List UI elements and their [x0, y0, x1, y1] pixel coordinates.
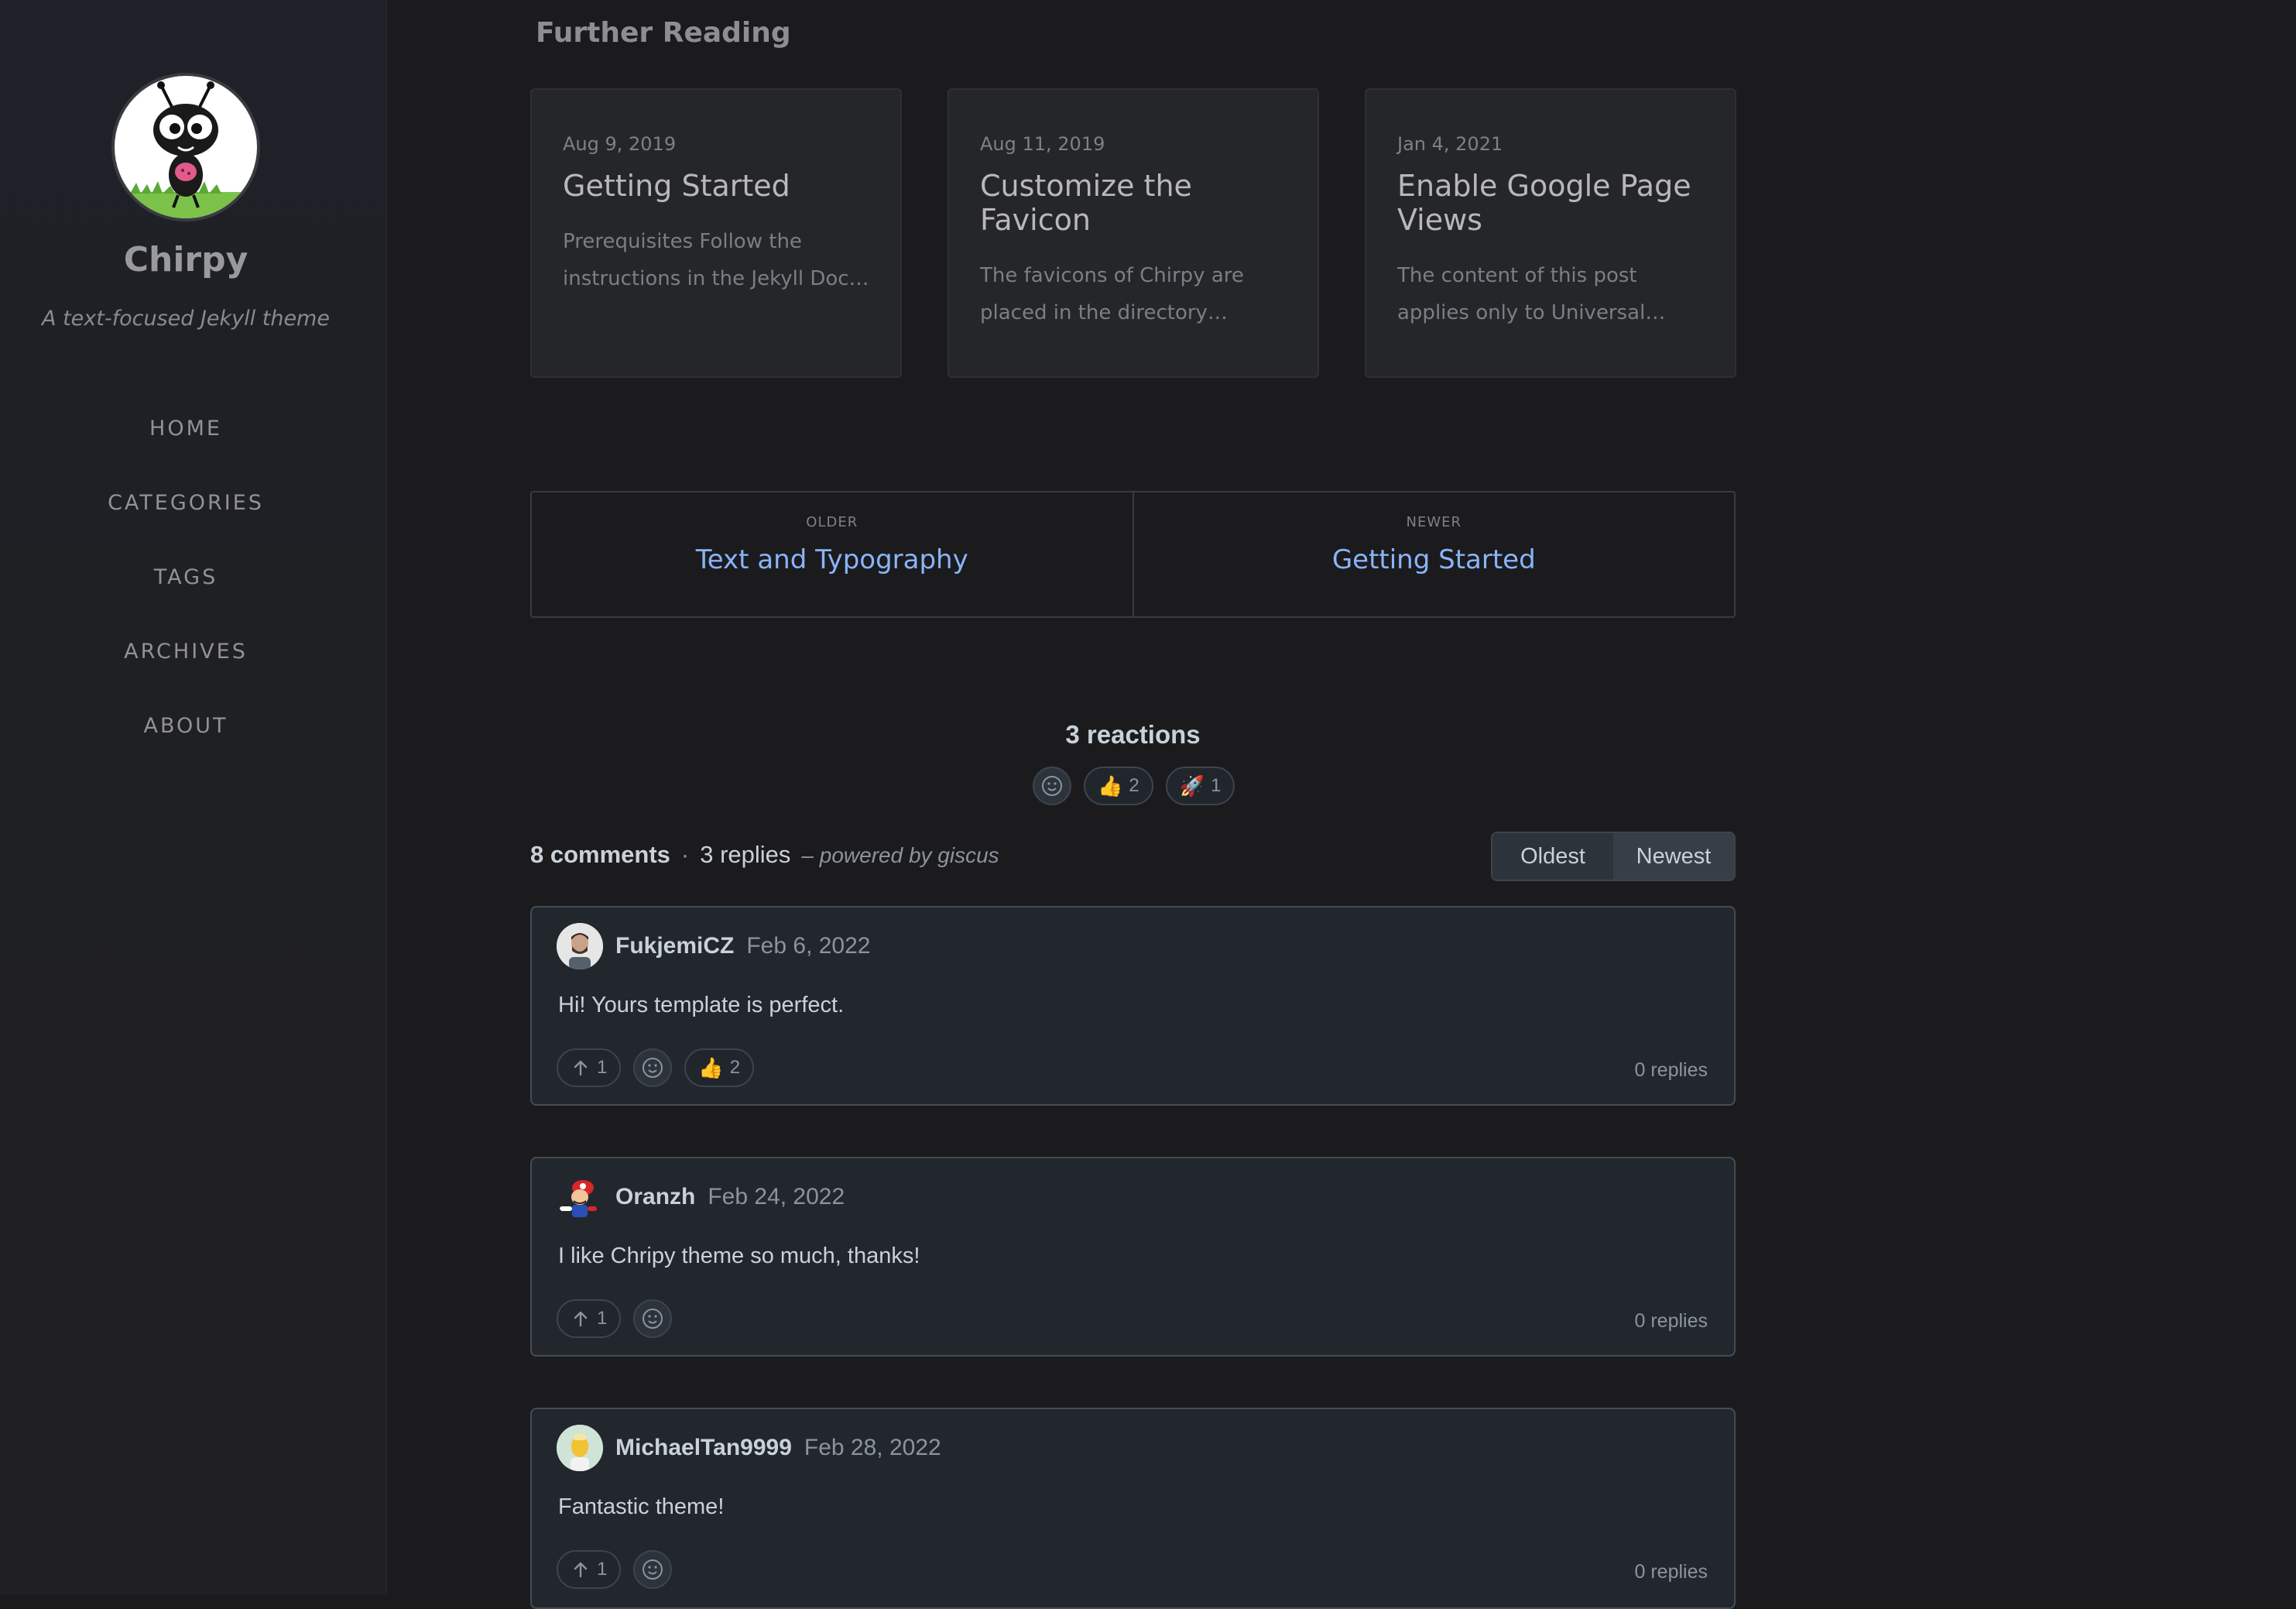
nav-item-categories[interactable]: CATEGORIES	[0, 491, 372, 515]
further-reading-heading: Further Reading	[536, 17, 791, 49]
add-reaction-button[interactable]	[633, 1048, 673, 1087]
thumbs-up-icon: 👍	[1098, 774, 1123, 798]
newer-post-title[interactable]: Getting Started	[1134, 544, 1735, 575]
reaction-count: 2	[1129, 775, 1139, 796]
add-reaction-button[interactable]	[633, 1550, 673, 1589]
avatar[interactable]	[557, 923, 603, 969]
upvote-count: 1	[597, 1559, 608, 1580]
sort-oldest-button[interactable]: Oldest	[1492, 833, 1613, 880]
card-title: Enable Google Page Views	[1397, 169, 1691, 237]
avatar[interactable]	[557, 1425, 603, 1471]
comment: MichaelTan9999 Feb 28, 2022 Fantastic th…	[530, 1408, 1736, 1609]
site-avatar[interactable]	[111, 73, 260, 221]
upvote-button[interactable]: 1	[557, 1550, 622, 1589]
further-reading-card[interactable]: Aug 9, 2019 Getting Started Prerequisite…	[530, 88, 902, 378]
reaction-thumbs-up[interactable]: 👍 2	[684, 1048, 755, 1087]
nav-item-about[interactable]: ABOUT	[0, 714, 372, 738]
card-excerpt: The content of this post applies only to…	[1397, 264, 1646, 324]
smiley-icon	[643, 1559, 663, 1580]
replies-count: 3 replies	[700, 841, 791, 868]
user-avatar-icon	[557, 923, 603, 969]
comment-sort-toggle: Oldest Newest	[1491, 832, 1736, 881]
arrow-up-icon	[574, 1311, 588, 1327]
comment-author[interactable]: FukjemiCZ	[615, 933, 734, 959]
card-date: Aug 9, 2019	[563, 133, 677, 155]
card-title: Getting Started	[563, 169, 790, 203]
site-title[interactable]: Chirpy	[0, 240, 372, 280]
add-reaction-button[interactable]	[633, 1299, 673, 1338]
thumbs-up-icon: 👍	[698, 1056, 724, 1079]
newer-post-link[interactable]: NEWER Getting Started	[1132, 492, 1735, 616]
smiley-icon	[643, 1058, 663, 1078]
card-excerpt: Prerequisites Follow the instructions in…	[563, 230, 860, 290]
reaction-thumbs-up[interactable]: 👍 2	[1084, 767, 1153, 805]
comment-replies-count: 0 replies	[1634, 1561, 1708, 1583]
further-reading-card[interactable]: Aug 11, 2019 Customize the Favicon The f…	[948, 88, 1319, 378]
arrow-up-icon	[574, 1060, 588, 1076]
avatar[interactable]	[557, 1174, 603, 1220]
comments-summary: 8 comments · 3 replies – powered by gisc…	[530, 841, 999, 869]
comment-replies-count: 0 replies	[1634, 1310, 1708, 1332]
powered-by-giscus[interactable]: – powered by giscus	[801, 843, 999, 868]
comment: Oranzh Feb 24, 2022 I like Chripy theme …	[530, 1157, 1736, 1357]
sort-newest-button[interactable]: Newest	[1613, 833, 1734, 880]
rocket-icon: 🚀	[1179, 774, 1205, 798]
mario-avatar-icon	[560, 1180, 597, 1217]
upvote-count: 1	[597, 1057, 608, 1078]
newer-label: NEWER	[1406, 514, 1462, 530]
site-subtitle: A text-focused Jekyll theme	[42, 307, 330, 331]
card-date: Aug 11, 2019	[980, 133, 1105, 155]
older-label: OLDER	[806, 514, 858, 530]
older-post-link[interactable]: OLDER Text and Typography	[532, 492, 1133, 616]
comment-replies-count: 0 replies	[1634, 1059, 1708, 1081]
card-excerpt: The favicons of Chirpy are placed in the…	[980, 264, 1244, 324]
post-navigation: OLDER Text and Typography NEWER Getting …	[530, 491, 1736, 618]
comment-body: Fantastic theme!	[558, 1494, 725, 1519]
user-avatar-icon	[557, 1425, 603, 1471]
reactions-count: 3 reactions	[1065, 720, 1201, 749]
ant-mascot-icon	[115, 81, 257, 218]
older-post-title[interactable]: Text and Typography	[532, 544, 1133, 575]
reaction-count: 2	[729, 1057, 741, 1078]
comment-body: I like Chripy theme so much, thanks!	[558, 1244, 920, 1268]
comment: FukjemiCZ Feb 6, 2022 Hi! Yours template…	[530, 906, 1736, 1106]
comment-date[interactable]: Feb 28, 2022	[804, 1435, 941, 1461]
nav-item-home[interactable]: HOME	[0, 417, 372, 441]
nav-item-tags[interactable]: TAGS	[0, 565, 372, 589]
arrow-up-icon	[574, 1562, 588, 1578]
reaction-rocket[interactable]: 🚀 1	[1165, 767, 1235, 805]
comment-author[interactable]: Oranzh	[615, 1184, 695, 1210]
comment-date[interactable]: Feb 6, 2022	[746, 933, 870, 959]
nav-item-archives[interactable]: ARCHIVES	[0, 640, 372, 664]
card-date: Jan 4, 2021	[1397, 133, 1503, 155]
add-reaction-button[interactable]	[1033, 767, 1071, 805]
card-title: Customize the Favicon	[980, 169, 1192, 237]
comment-body: Hi! Yours template is perfect.	[558, 993, 845, 1017]
smiley-icon	[643, 1309, 663, 1329]
reaction-count: 1	[1211, 775, 1222, 796]
further-reading-card[interactable]: Jan 4, 2021 Enable Google Page Views The…	[1365, 88, 1736, 378]
reaction-bar: 👍 2 🚀 1	[1033, 767, 1235, 805]
separator-dot: ·	[680, 841, 690, 868]
comments-count: 8 comments	[530, 841, 670, 868]
sidebar: Chirpy A text-focused Jekyll theme HOME …	[0, 0, 387, 1595]
comment-author[interactable]: MichaelTan9999	[615, 1435, 792, 1461]
comment-date[interactable]: Feb 24, 2022	[708, 1184, 845, 1210]
upvote-count: 1	[597, 1308, 608, 1329]
smiley-icon	[1042, 776, 1062, 796]
upvote-button[interactable]: 1	[557, 1299, 622, 1338]
upvote-button[interactable]: 1	[557, 1048, 622, 1087]
